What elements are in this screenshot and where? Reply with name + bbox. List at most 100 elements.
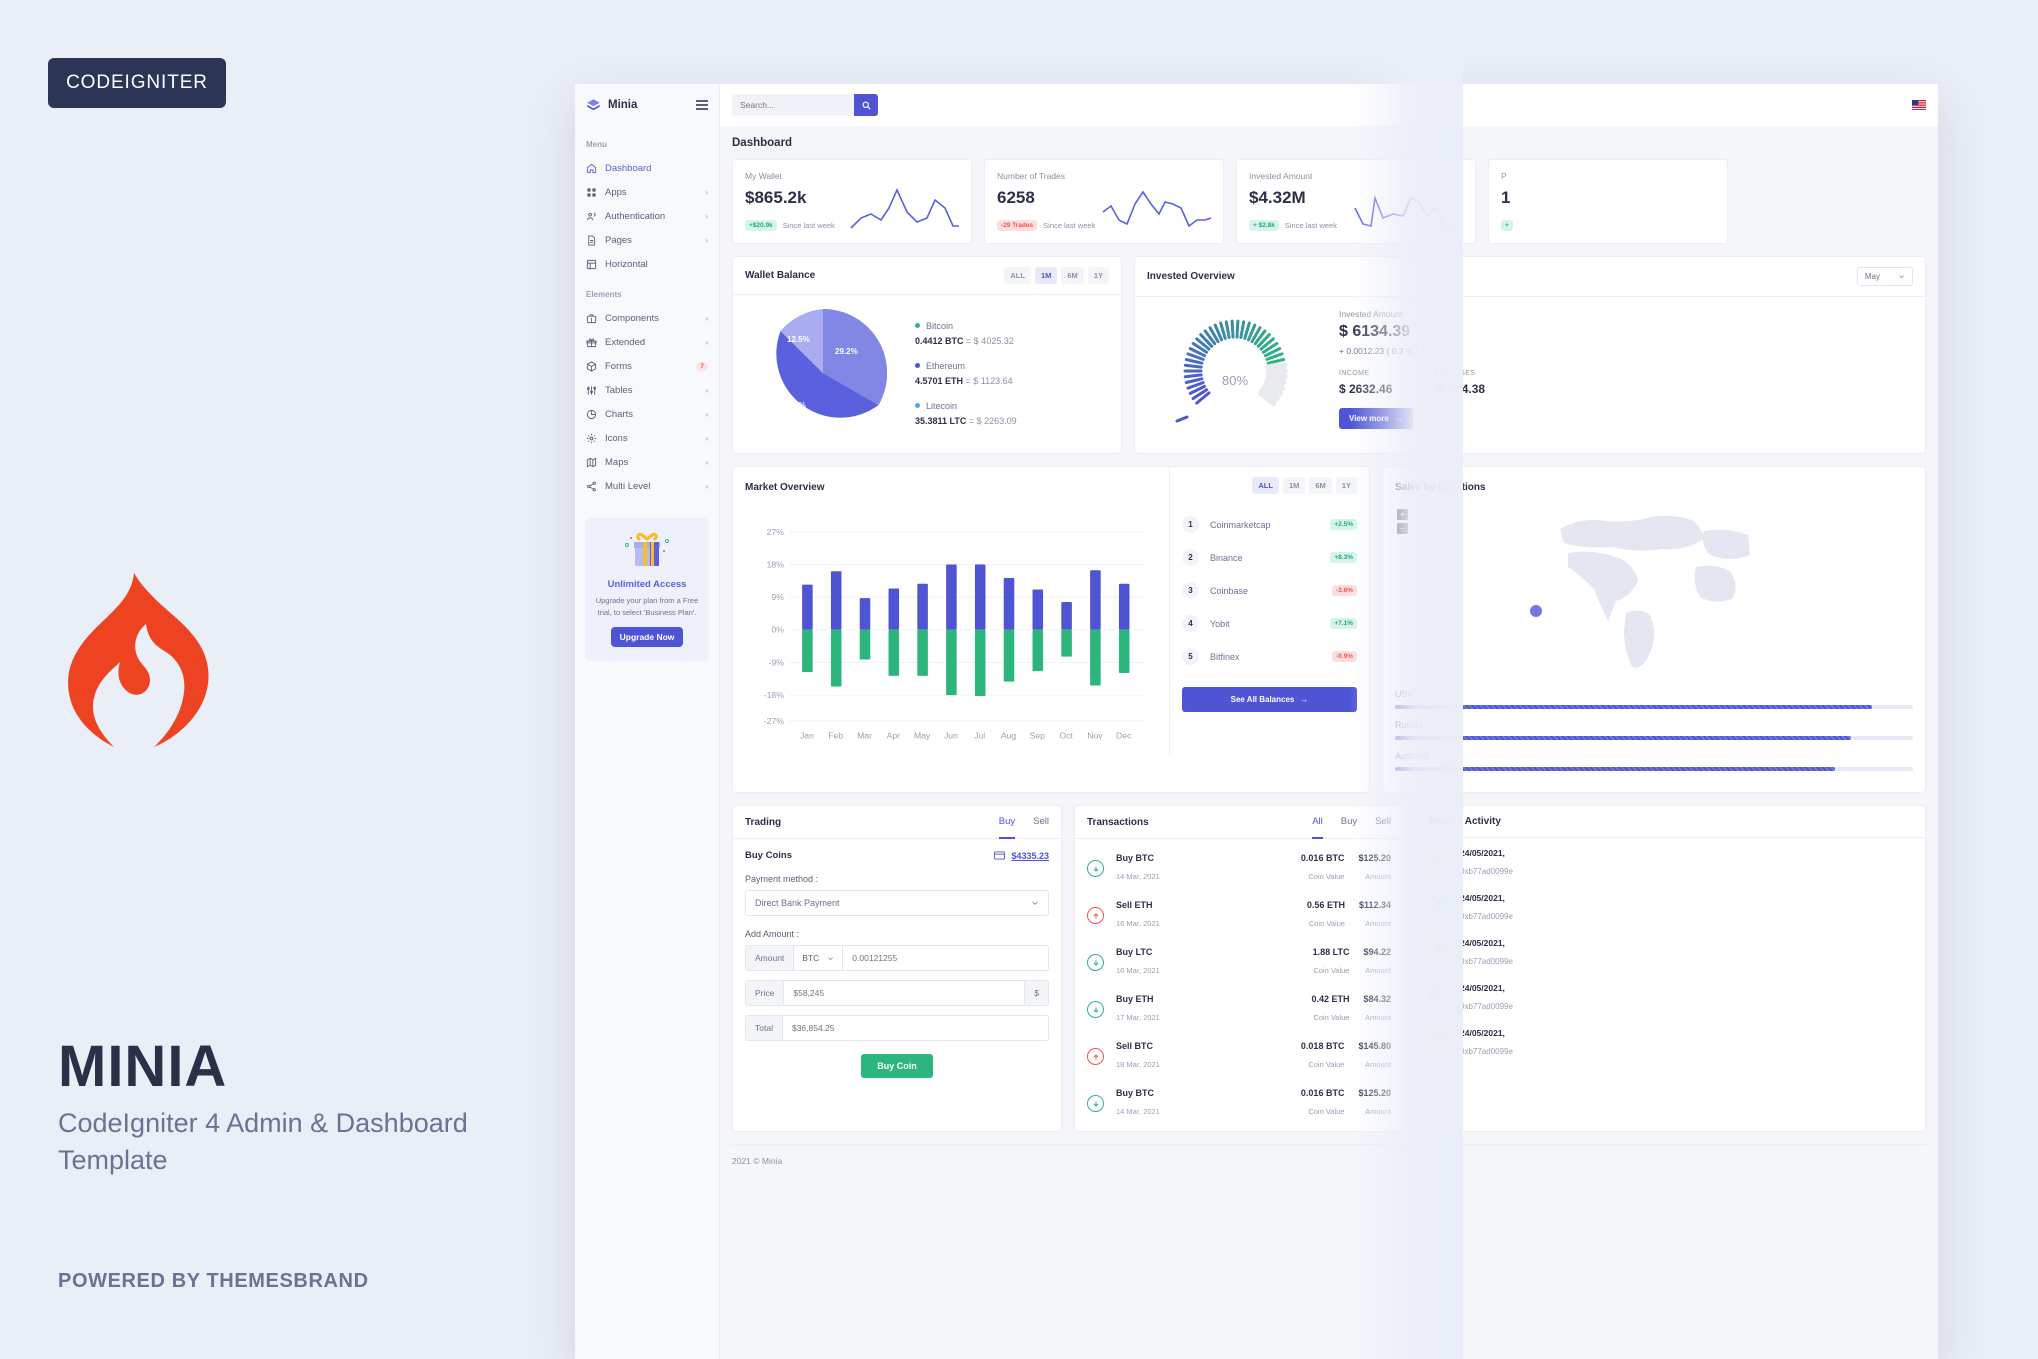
total-addon-label: Total: [746, 1016, 783, 1040]
payment-method-select[interactable]: Direct Bank Payment: [745, 890, 1049, 916]
sidebar-label: Horizontal: [605, 258, 648, 270]
hamburger-icon[interactable]: [696, 100, 708, 110]
range-6m[interactable]: 6M: [1309, 477, 1332, 494]
balance-row[interactable]: 3 Coinbase -3.6%: [1182, 582, 1357, 599]
range-1y[interactable]: 1Y: [1087, 267, 1109, 284]
pie-chart-icon: [586, 409, 597, 419]
sidebar-item-dashboard[interactable]: Dashboard: [575, 156, 719, 180]
codeigniter-badge: CODEIGNITER: [48, 58, 226, 108]
coin-row-ethereum: Ethereum 4.5701 ETH = $ 1123.64: [915, 361, 1017, 386]
upgrade-now-button[interactable]: Upgrade Now: [610, 627, 684, 648]
sidebar-item-authentication[interactable]: Authentication ›: [575, 204, 719, 228]
usa-flag-icon[interactable]: [1912, 100, 1926, 110]
chevron-right-icon: ›: [705, 313, 708, 323]
page-title: Dashboard: [732, 137, 793, 149]
list-item[interactable]: B 24/05/2021, 0xb77ad0099e: [1429, 848, 1913, 893]
balance-row[interactable]: 1 Coinmarketcap +2.5%: [1182, 516, 1357, 533]
balance-row[interactable]: 5 Bitfinex -0.9%: [1182, 648, 1357, 665]
stat-label: Invested Amount: [1249, 171, 1313, 181]
table-row[interactable]: Buy LTC 16 Mar, 2021 1.88 LTC Coin Value…: [1087, 939, 1391, 986]
sidebar-upgrade-card: Unlimited Access Upgrade your plan from …: [585, 518, 709, 662]
coin-amount: 4.5701 ETH: [915, 375, 964, 386]
table-row[interactable]: Buy BTC 14 Mar, 2021 0.016 BTC Coin Valu…: [1087, 1080, 1391, 1127]
buy-coin-button[interactable]: Buy Coin: [861, 1054, 933, 1078]
see-all-balances-button[interactable]: See All Balances →: [1182, 687, 1357, 712]
table-row[interactable]: Sell ETH 16 Mar, 2021 0.56 ETH Coin Valu…: [1087, 892, 1391, 939]
promo-powered-by: POWERED BY THEMESBRAND: [58, 1270, 369, 1292]
list-item[interactable]: Ł 24/05/2021, 0xb77ad0099e: [1429, 983, 1913, 1028]
table-row[interactable]: Buy BTC 14 Mar, 2021 0.016 BTC Coin Valu…: [1087, 845, 1391, 892]
balance-change-pill: +2.5%: [1330, 519, 1357, 530]
amount-input[interactable]: [843, 946, 1048, 970]
tab-all[interactable]: All: [1312, 816, 1323, 839]
invested-columns: INCOME $ 2632.46 EXPENSES -$ 924.38: [1339, 370, 1485, 396]
range-1m[interactable]: 1M: [1034, 267, 1058, 284]
list-item[interactable]: ♦ 24/05/2021, 0xb77ad0099e: [1429, 893, 1913, 938]
list-item[interactable]: B 24/05/2021, 0xb77ad0099e: [1429, 938, 1913, 983]
currency-select[interactable]: BTC: [794, 946, 844, 970]
map-zoom-in-button[interactable]: +: [1397, 509, 1408, 520]
activity-date: 24/05/2021,: [1460, 893, 1505, 903]
pie-svg: [776, 308, 888, 418]
tab-sell[interactable]: Sell: [1375, 816, 1391, 839]
activity-date: 24/05/2021,: [1460, 1028, 1505, 1038]
map-zoom-controls: + −: [1397, 509, 1408, 537]
world-map[interactable]: + −: [1395, 501, 1913, 683]
tab-buy[interactable]: Buy: [1341, 816, 1357, 839]
map-zoom-out-button[interactable]: −: [1397, 523, 1408, 534]
sidebar-item-tables[interactable]: Tables ›: [575, 378, 719, 402]
sidebar-brand[interactable]: Minia: [575, 84, 719, 126]
search-input[interactable]: [732, 94, 854, 116]
price-currency-suffix: $: [1024, 981, 1048, 1005]
tx-main: Sell ETH 16 Mar, 2021: [1116, 900, 1293, 931]
tx-title: Buy BTC: [1116, 853, 1154, 863]
balance-row[interactable]: 4 Yobit +7.1%: [1182, 615, 1357, 632]
chevron-right-icon: ›: [705, 433, 708, 443]
sidebar-item-multi-level[interactable]: Multi Level ›: [575, 474, 719, 498]
svg-text:Jul: Jul: [974, 730, 985, 740]
buy-coins-label: Buy Coins: [745, 850, 792, 861]
wallet-amount-link[interactable]: $4335.23: [994, 851, 1049, 861]
table-row[interactable]: Sell BTC 18 Mar, 2021 0.018 BTC Coin Val…: [1087, 1033, 1391, 1080]
chevron-down-icon: [1899, 275, 1904, 279]
sales-by-locations-card: Sales by Locations + − USA Russia Austra…: [1382, 466, 1926, 793]
range-all[interactable]: ALL: [1004, 267, 1031, 284]
sidebar-item-extended[interactable]: Extended ›: [575, 330, 719, 354]
balance-name: Binance: [1210, 552, 1243, 563]
range-1m[interactable]: 1M: [1282, 477, 1306, 494]
invested-amount-label: Invested Amount: [1339, 309, 1403, 319]
range-all[interactable]: ALL: [1252, 477, 1279, 494]
tab-sell[interactable]: Sell: [1033, 816, 1049, 839]
sidebar-item-horizontal[interactable]: Horizontal: [575, 252, 719, 276]
sidebar-item-forms[interactable]: Forms 7: [575, 354, 719, 378]
coin-name-wrap: Bitcoin: [915, 321, 1017, 331]
search-button[interactable]: [854, 94, 878, 116]
sidebar-item-maps[interactable]: Maps ›: [575, 450, 719, 474]
range-6m[interactable]: 6M: [1061, 267, 1084, 284]
view-more-button[interactable]: View more →: [1339, 408, 1413, 429]
sidebar-item-pages[interactable]: Pages ›: [575, 228, 719, 252]
price-input[interactable]: [784, 981, 1025, 1005]
month-select[interactable]: May: [1856, 267, 1913, 286]
range-1y[interactable]: 1Y: [1335, 477, 1357, 494]
sidebar-item-apps[interactable]: Apps ›: [575, 180, 719, 204]
tab-buy[interactable]: Buy: [998, 816, 1016, 839]
list-item[interactable]: B 24/05/2021, 0xb77ad0099e: [1429, 1028, 1913, 1073]
total-input[interactable]: [782, 1016, 1048, 1040]
sidebar-item-charts[interactable]: Charts ›: [575, 402, 719, 426]
svg-text:Sep: Sep: [1030, 730, 1046, 740]
balance-name: Bitfinex: [1210, 651, 1240, 662]
sidebar-item-icons[interactable]: Icons ›: [575, 426, 719, 450]
balance-rank: 3: [1182, 582, 1199, 599]
activity-date: 24/05/2021,: [1460, 938, 1505, 948]
svg-text:Mar: Mar: [857, 730, 872, 740]
svg-text:27%: 27%: [767, 527, 785, 537]
balance-row[interactable]: 2 Binance +8.3%: [1182, 549, 1357, 566]
coin-name: Bitcoin: [926, 320, 954, 331]
trading-card: Trading Buy Sell Buy Coins $4335.23 Paym…: [732, 805, 1062, 1132]
sidebar-item-components[interactable]: Components ›: [575, 306, 719, 330]
payment-method-value: Direct Bank Payment: [755, 898, 840, 908]
svg-text:-18%: -18%: [764, 690, 784, 700]
promo-title: MINIA: [58, 1034, 228, 1099]
table-row[interactable]: Buy ETH 17 Mar, 2021 0.42 ETH Coin Value…: [1087, 986, 1391, 1033]
